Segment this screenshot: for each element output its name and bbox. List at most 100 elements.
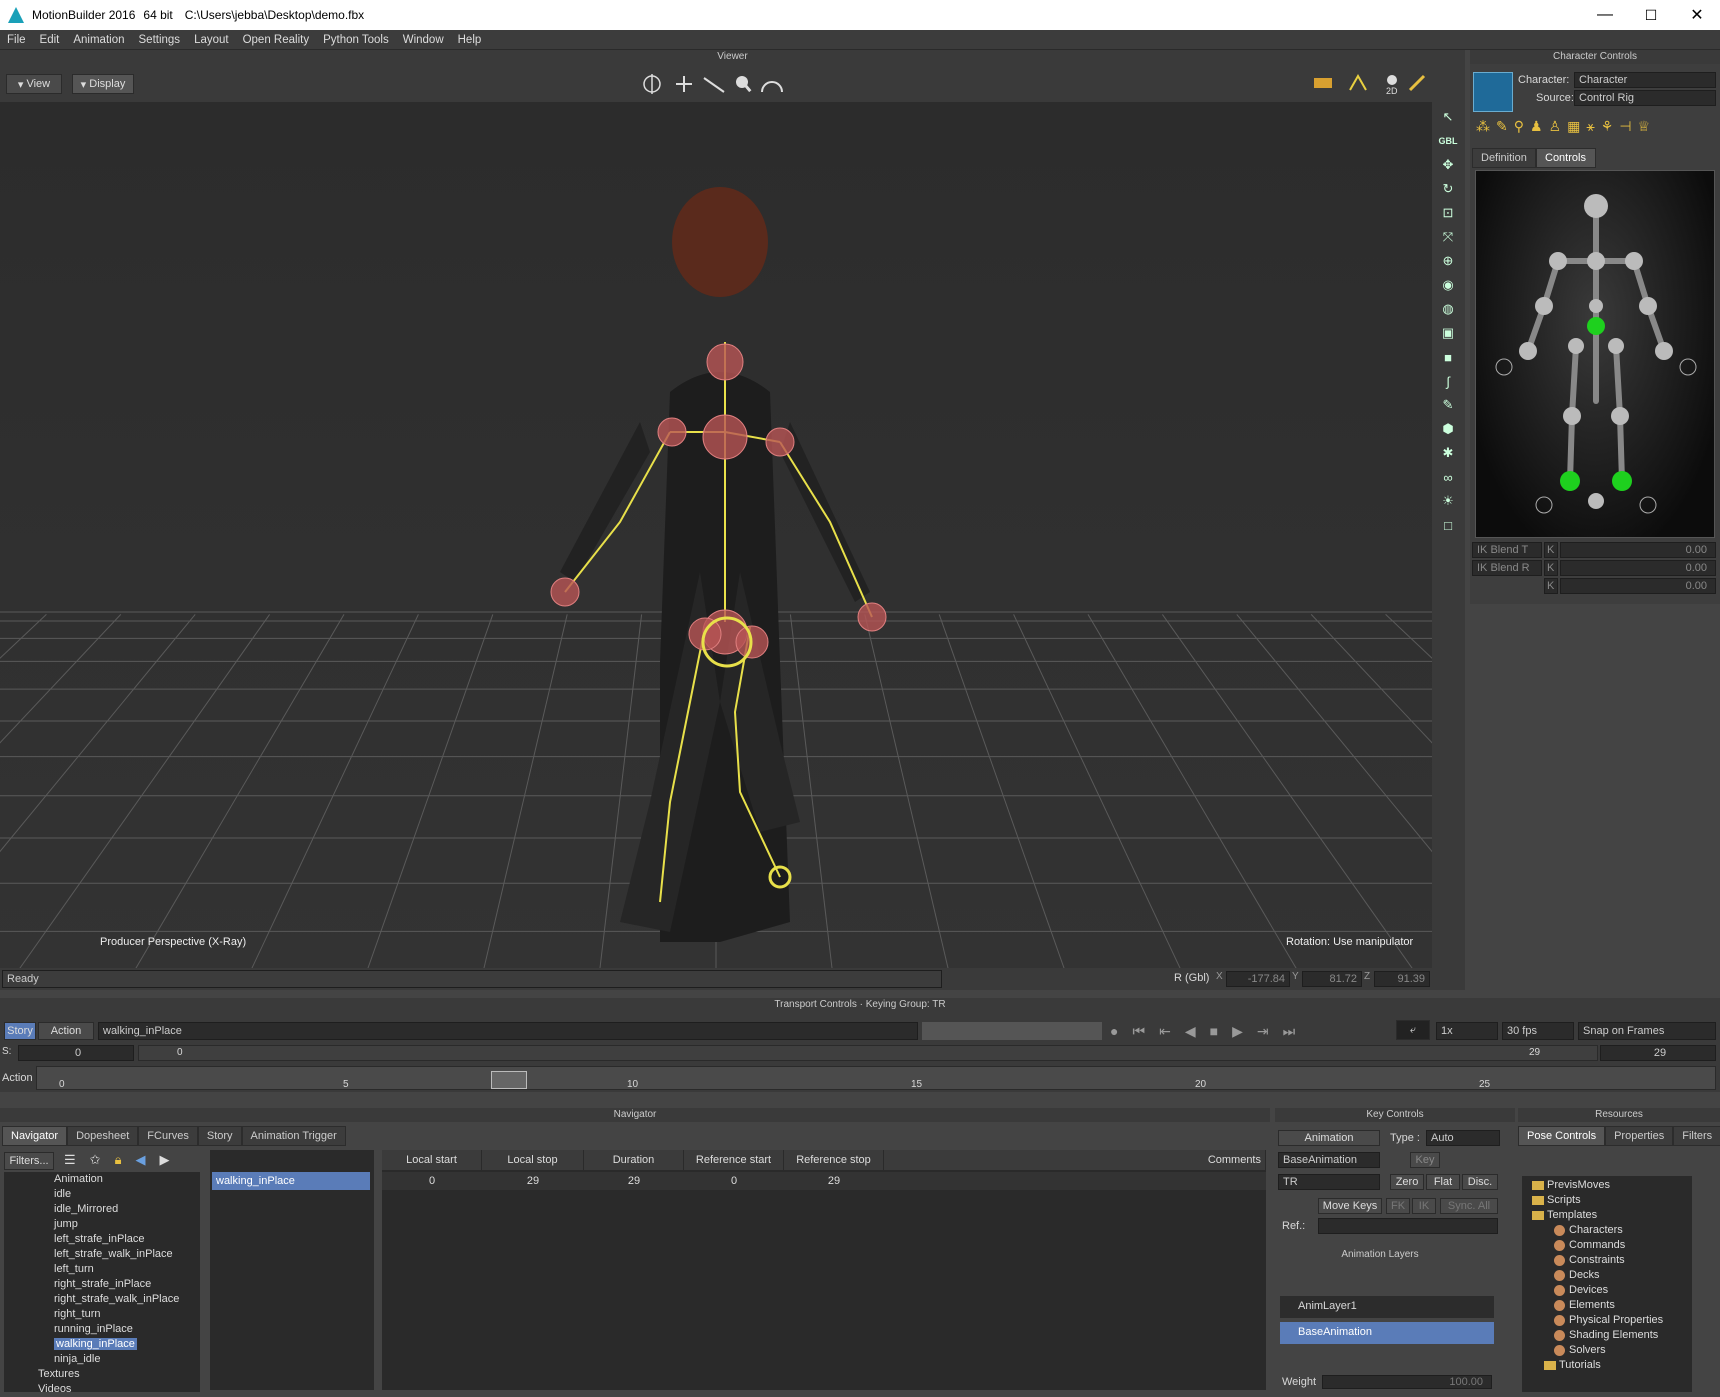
ik-blend-t-slider[interactable]: 0.00 bbox=[1560, 542, 1716, 558]
loop-toggle[interactable]: ⤶ bbox=[1396, 1020, 1430, 1040]
minimize-button[interactable]: — bbox=[1582, 0, 1628, 30]
res-item-scripts[interactable]: Scripts bbox=[1522, 1193, 1692, 1208]
take-list[interactable]: walking_inPlace bbox=[210, 1150, 374, 1390]
extra-key-button[interactable]: K bbox=[1544, 578, 1558, 594]
playhead[interactable] bbox=[491, 1071, 527, 1089]
menu-animation[interactable]: Animation bbox=[66, 34, 131, 46]
list-icon[interactable]: ☰ bbox=[64, 1152, 76, 1170]
tab-filters[interactable]: Filters bbox=[1673, 1126, 1720, 1146]
asterisk-icon[interactable]: ✱ bbox=[1438, 444, 1458, 462]
fk-button[interactable]: FK bbox=[1386, 1198, 1410, 1214]
forward-arrow-icon[interactable]: ▶ bbox=[159, 1152, 169, 1170]
tree-item[interactable]: right_strafe_walk_inPlace bbox=[4, 1292, 200, 1307]
tab-animation-trigger[interactable]: Animation Trigger bbox=[241, 1126, 346, 1146]
character-dropdown[interactable]: Character bbox=[1574, 72, 1716, 88]
res-item[interactable]: Constraints bbox=[1522, 1253, 1692, 1268]
release-icon[interactable]: ⚘ bbox=[1601, 118, 1614, 142]
res-item-templates[interactable]: Templates bbox=[1522, 1208, 1692, 1223]
pivot-icon[interactable]: ⊕ bbox=[1438, 252, 1458, 270]
col-comments[interactable]: Comments bbox=[884, 1150, 1266, 1170]
curve-icon[interactable]: ∫ bbox=[1438, 372, 1458, 390]
scene-tree[interactable]: Animation idle idle_Mirrored jump left_s… bbox=[4, 1172, 200, 1392]
take-dropdown[interactable]: walking_inPlace bbox=[98, 1022, 918, 1040]
prev-key-icon[interactable]: ⇤ bbox=[1159, 1023, 1171, 1040]
tree-item[interactable]: right_turn bbox=[4, 1307, 200, 1322]
timeline-ruler[interactable]: 0 5 10 15 20 25 bbox=[36, 1066, 1716, 1090]
range-bar[interactable]: 0 29 bbox=[138, 1045, 1598, 1061]
fps-dropdown[interactable]: 30 fps bbox=[1502, 1022, 1574, 1040]
cell-local-stop[interactable]: 29 bbox=[482, 1172, 584, 1190]
ik-blend-t-key-button[interactable]: K bbox=[1544, 542, 1558, 558]
col-duration[interactable]: Duration bbox=[584, 1150, 684, 1170]
tab-navigator[interactable]: Navigator bbox=[2, 1126, 68, 1146]
3d-viewport[interactable]: Y X Producer Perspective (X-Ray) Rotatio… bbox=[0, 102, 1432, 968]
y-value[interactable]: 81.72 bbox=[1302, 971, 1362, 987]
sync-all-button[interactable]: Sync. All bbox=[1440, 1198, 1498, 1214]
res-item[interactable]: Commands bbox=[1522, 1238, 1692, 1253]
take-properties-grid[interactable]: Local start Local stop Duration Referenc… bbox=[382, 1150, 1266, 1390]
cube-icon[interactable]: ▣ bbox=[1438, 324, 1458, 342]
menu-open-reality[interactable]: Open Reality bbox=[236, 34, 316, 46]
type-dropdown[interactable]: Auto bbox=[1426, 1130, 1500, 1146]
key-button[interactable]: Key bbox=[1410, 1152, 1440, 1168]
character-menu-icon[interactable] bbox=[1473, 72, 1513, 112]
display-options[interactable]: 2D bbox=[1310, 70, 1430, 96]
tree-item[interactable]: idle bbox=[4, 1187, 200, 1202]
col-reference-stop[interactable]: Reference stop bbox=[784, 1150, 884, 1170]
zero-button[interactable]: Zero bbox=[1390, 1174, 1424, 1190]
tab-fcurves[interactable]: FCurves bbox=[138, 1126, 198, 1146]
sun-icon[interactable]: ☀ bbox=[1438, 492, 1458, 510]
tab-properties[interactable]: Properties bbox=[1605, 1126, 1674, 1146]
res-item-tutorials[interactable]: Tutorials bbox=[1522, 1358, 1692, 1373]
transform-icon[interactable]: ⤧ bbox=[1438, 228, 1458, 246]
move-keys-button[interactable]: Move Keys bbox=[1318, 1198, 1382, 1214]
next-key-icon[interactable]: ⇥ bbox=[1257, 1023, 1269, 1040]
selection-icon[interactable]: ▦ bbox=[1567, 118, 1580, 142]
res-item[interactable]: Elements bbox=[1522, 1298, 1692, 1313]
scale-icon[interactable]: ⊡ bbox=[1438, 204, 1458, 222]
global-local-toggle[interactable]: GBL bbox=[1438, 132, 1458, 150]
start-field[interactable]: 0 bbox=[18, 1045, 134, 1061]
tree-item[interactable]: idle_Mirrored bbox=[4, 1202, 200, 1217]
hexagon-icon[interactable]: ⬢ bbox=[1438, 420, 1458, 438]
tab-story[interactable]: Story bbox=[197, 1126, 242, 1146]
cell-comments[interactable] bbox=[884, 1172, 1266, 1190]
keying-group-dropdown[interactable]: TR bbox=[1278, 1174, 1380, 1190]
col-reference-start[interactable]: Reference start bbox=[684, 1150, 784, 1170]
navigation-tools[interactable] bbox=[640, 72, 790, 96]
source-dropdown[interactable]: Control Rig bbox=[1574, 90, 1716, 106]
body-part-icon[interactable]: ♙ bbox=[1549, 118, 1562, 142]
tree-item[interactable]: Animation bbox=[4, 1172, 200, 1187]
res-item[interactable]: Decks bbox=[1522, 1268, 1692, 1283]
ik-blend-r-slider[interactable]: 0.00 bbox=[1560, 560, 1716, 576]
menu-python-tools[interactable]: Python Tools bbox=[316, 34, 396, 46]
tab-dopesheet[interactable]: Dopesheet bbox=[67, 1126, 139, 1146]
tree-item-selected[interactable]: walking_inPlace bbox=[4, 1337, 200, 1352]
res-item[interactable]: Physical Properties bbox=[1522, 1313, 1692, 1328]
snap-dropdown[interactable]: Snap on Frames bbox=[1578, 1022, 1716, 1040]
layer-dropdown[interactable]: BaseAnimation bbox=[1278, 1152, 1380, 1168]
mirror-icon[interactable]: ⚹ bbox=[1586, 118, 1594, 142]
character-skeleton-view[interactable] bbox=[1475, 170, 1715, 538]
cell-reference-stop[interactable]: 29 bbox=[784, 1172, 884, 1190]
flat-button[interactable]: Flat bbox=[1426, 1174, 1460, 1190]
tab-definition[interactable]: Definition bbox=[1472, 148, 1536, 168]
tree-item[interactable]: left_strafe_inPlace bbox=[4, 1232, 200, 1247]
tree-item[interactable]: jump bbox=[4, 1217, 200, 1232]
globe-icon[interactable]: ◉ bbox=[1438, 276, 1458, 294]
goto-start-icon[interactable]: ⏮ bbox=[1132, 1023, 1145, 1040]
bridge-icon[interactable]: ⊣ bbox=[1619, 118, 1631, 142]
z-value[interactable]: 91.39 bbox=[1374, 971, 1430, 987]
ref-dropdown[interactable] bbox=[1318, 1218, 1498, 1234]
stop-icon[interactable]: ■ bbox=[1210, 1023, 1218, 1039]
end-field[interactable]: 29 bbox=[1600, 1045, 1716, 1061]
body-icon[interactable]: ⚲ bbox=[1514, 118, 1524, 142]
cell-reference-start[interactable]: 0 bbox=[684, 1172, 784, 1190]
col-local-start[interactable]: Local start bbox=[382, 1150, 482, 1170]
disc-button[interactable]: Disc. bbox=[1462, 1174, 1498, 1190]
res-item[interactable]: Shading Elements bbox=[1522, 1328, 1692, 1343]
display-button[interactable]: ▾ Display bbox=[72, 74, 134, 94]
animation-button[interactable]: Animation bbox=[1278, 1130, 1380, 1146]
goto-end-icon[interactable]: ⏭ bbox=[1283, 1023, 1296, 1040]
select-arrow-icon[interactable]: ↖ bbox=[1438, 108, 1458, 126]
